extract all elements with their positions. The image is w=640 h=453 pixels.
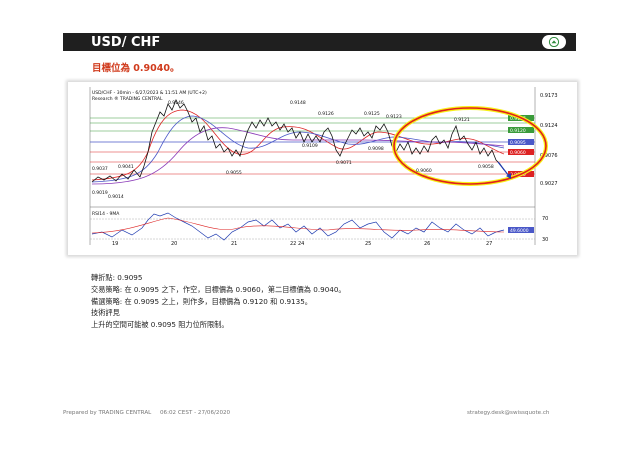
annotation: 0.9060 xyxy=(416,168,432,174)
target-headline: 目標位為 0.9040。 xyxy=(92,63,180,74)
x-axis-label: 19 xyxy=(112,241,118,247)
x-axis-label: 27 xyxy=(486,241,492,247)
annotation: 0.9148 xyxy=(290,100,306,106)
price-tag: 0.9095 xyxy=(510,140,526,146)
annotation: 0.9058 xyxy=(478,164,494,170)
rsi-axis-label: 30 xyxy=(542,237,548,243)
rsi-axis-label: 70 xyxy=(542,216,548,222)
chart-title: USD/CHF - 30min - 6/27/2023 & 11:51 AM (… xyxy=(92,90,207,96)
price-chart: USD/CHF - 30min - 6/27/2023 & 11:51 AM (… xyxy=(68,82,577,255)
rsi-line xyxy=(91,212,505,241)
axis-label: 0.9124 xyxy=(540,123,558,129)
tech-comment: 上升的空間可能被 0.9095 阻力位所限制。 xyxy=(91,320,229,330)
rsi-label: RSI14 - 9MA xyxy=(92,211,120,217)
strategy-line: 交易策略: 在 0.9095 之下，作空，目標價為 0.9060，第二目標價為 … xyxy=(91,284,346,294)
rsi-value: 49.6000 xyxy=(510,228,529,234)
annotation: 0.9121 xyxy=(454,117,470,123)
axis-label: 0.9173 xyxy=(540,93,558,99)
x-axis-label: 26 xyxy=(424,241,430,247)
annotation: 0.9071 xyxy=(336,160,352,166)
alternative-line: 備選策略: 在 0.9095 之上，則作多，目標價為 0.9120 和 0.91… xyxy=(91,296,312,306)
x-axis-label: 20 xyxy=(171,241,177,247)
tech-heading: 技術評見 xyxy=(91,308,120,318)
annotation: 0.9041 xyxy=(118,164,134,170)
annotation: 0.9055 xyxy=(226,170,242,176)
chart-subtitle: Research ® TRADING CENTRAL xyxy=(92,95,163,102)
annotation: 0.9109 xyxy=(302,143,318,149)
pivot-line: 轉折點: 0.9095 xyxy=(91,273,143,282)
footer-email-link[interactable]: strategy.desk@swissquote.ch xyxy=(467,410,549,416)
x-axis-label: 21 xyxy=(231,241,237,247)
chart-canvas: USD/CHF - 30min - 6/27/2023 & 11:51 AM (… xyxy=(89,87,558,247)
page-title: USD/ CHF xyxy=(91,34,161,50)
annotation: 0.9125 xyxy=(364,111,380,117)
x-axis-label: 22 24 xyxy=(290,241,304,247)
analysis-section: 轉折點: 0.9095 交易策略: 在 0.9095 之下，作空，目標價為 0.… xyxy=(91,272,346,331)
annotation: 0.9037 xyxy=(92,166,108,172)
footer-datetime: 06:02 CEST - 27/06/2020 xyxy=(160,410,231,416)
annotation: 0.9123 xyxy=(386,114,402,120)
x-axis-label: 25 xyxy=(365,241,371,247)
moving-average-mid xyxy=(91,115,505,183)
price-tag: 0.9120 xyxy=(510,128,526,134)
annotation: 0.9019 xyxy=(92,190,108,196)
header-bar: USD/ CHF xyxy=(63,33,576,51)
axis-label: 0.9027 xyxy=(540,181,558,187)
footer-prepared-by: Prepared by TRADING CENTRAL xyxy=(63,410,152,416)
price-tag: 0.9060 xyxy=(510,150,526,156)
annotation: 0.9146 xyxy=(168,100,184,106)
moving-average-fast xyxy=(91,109,505,181)
scroll-up-button[interactable] xyxy=(542,35,566,49)
annotation: 0.9126 xyxy=(318,111,334,117)
chevron-up-icon xyxy=(548,37,560,47)
annotation: 0.9014 xyxy=(108,194,124,200)
annotation: 0.9098 xyxy=(368,146,384,152)
